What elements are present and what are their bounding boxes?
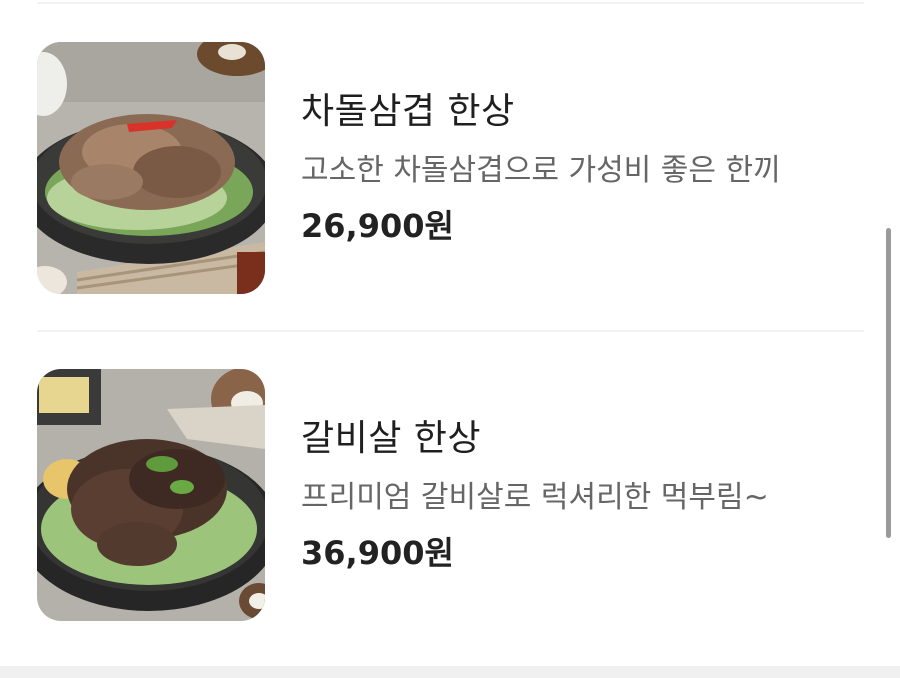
section-separator	[0, 666, 900, 678]
menu-item-price: 36,900원	[301, 534, 454, 572]
galbisal-dish-photo-icon	[37, 369, 265, 621]
menu-item-name: 차돌삼겹 한상	[301, 91, 515, 132]
menu-item-description: 프리미엄 갈비살로 럭셔리한 먹부림~	[301, 480, 769, 515]
chadol-samgyeop-dish-photo-icon	[37, 42, 265, 294]
divider	[37, 2, 864, 4]
menu-item-info: 차돌삼겹 한상 고소한 차돌삼겹으로 가성비 좋은 한끼 26,900원	[301, 89, 781, 247]
menu-item-description: 고소한 차돌삼겹으로 가성비 좋은 한끼	[301, 153, 781, 188]
menu-item-chadol-samgyeop[interactable]: 차돌삼겹 한상 고소한 차돌삼겹으로 가성비 좋은 한끼 26,900원	[37, 42, 864, 294]
menu-item-image[interactable]	[37, 369, 265, 621]
menu-item-image[interactable]	[37, 42, 265, 294]
menu-item-galbisal[interactable]: 갈비살 한상 프리미엄 갈비살로 럭셔리한 먹부림~ 36,900원	[37, 369, 864, 621]
menu-item-price: 26,900원	[301, 207, 454, 245]
menu-item-info: 갈비살 한상 프리미엄 갈비살로 럭셔리한 먹부림~ 36,900원	[301, 416, 769, 574]
menu-list-page: 차돌삼겹 한상 고소한 차돌삼겹으로 가성비 좋은 한끼 26,900원 갈비살…	[0, 0, 900, 678]
divider	[37, 330, 864, 332]
menu-item-name: 갈비살 한상	[301, 418, 482, 459]
vertical-scrollbar[interactable]	[886, 228, 891, 538]
